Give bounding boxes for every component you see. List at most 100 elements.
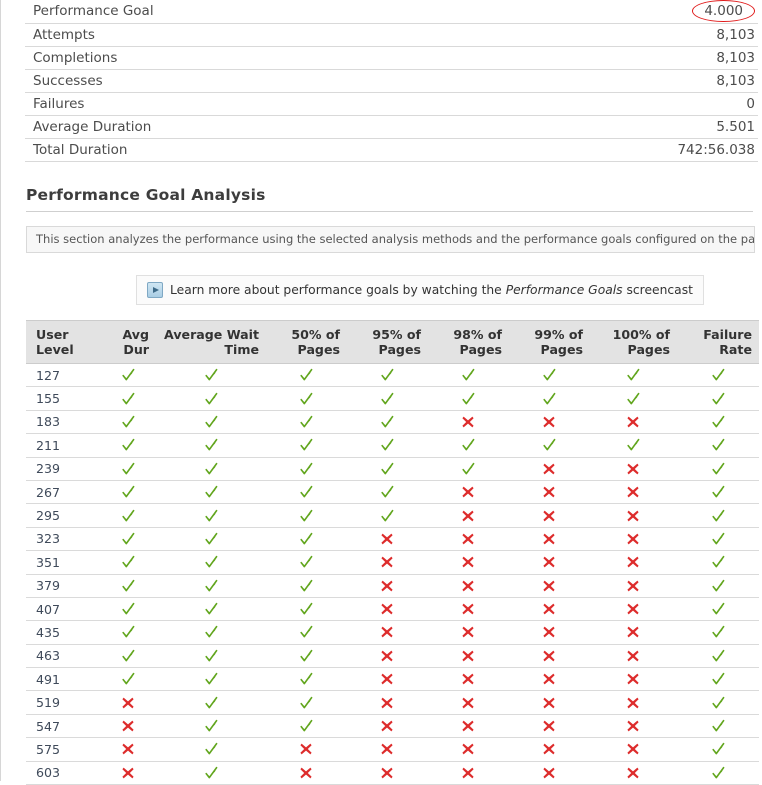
check-icon: [461, 368, 476, 383]
goal-missed-cell: [428, 597, 509, 622]
goal-met-cell: [677, 480, 759, 505]
check-icon: [121, 532, 136, 547]
goal-met-cell: [100, 457, 156, 481]
goal-missed-cell: [347, 667, 428, 692]
cross-icon: [380, 625, 395, 640]
check-icon: [711, 485, 726, 500]
goal-met-cell: [156, 457, 266, 481]
user-level-cell: 295: [26, 503, 100, 528]
cross-icon: [626, 649, 641, 664]
cross-icon: [380, 696, 395, 711]
check-icon: [461, 438, 476, 453]
check-icon: [299, 602, 314, 617]
goal-met-cell: [347, 433, 428, 458]
cross-icon: [542, 696, 557, 711]
check-icon: [626, 392, 641, 407]
goal-missed-cell: [590, 597, 677, 622]
table-row: 519: [26, 690, 759, 715]
analysis-column-header: Avg Dur: [100, 320, 156, 364]
screencast-emphasis: Performance Goals: [505, 283, 623, 297]
summary-row-label: Completions: [25, 46, 470, 70]
table-row: 323: [26, 527, 759, 552]
goal-met-cell: [100, 363, 156, 388]
cross-icon: [542, 579, 557, 594]
cross-icon: [121, 742, 136, 757]
summary-row: Average Duration 5.501: [25, 115, 758, 139]
goal-met-cell: [156, 667, 266, 692]
user-level-cell: 155: [26, 386, 100, 411]
goal-met-cell: [156, 410, 266, 435]
analysis-column-header: 50% of Pages: [266, 320, 347, 364]
summary-row-label: Total Duration: [25, 138, 470, 162]
check-icon: [711, 462, 726, 477]
cross-icon: [542, 742, 557, 757]
check-icon: [626, 438, 641, 453]
goal-missed-cell: [428, 644, 509, 669]
check-icon: [121, 438, 136, 453]
goal-missed-cell: [509, 503, 590, 528]
check-icon: [380, 392, 395, 407]
check-icon: [121, 415, 136, 430]
screencast-text-before: Learn more about performance goals by wa…: [170, 283, 502, 297]
goal-met-cell: [156, 480, 266, 505]
goal-missed-cell: [509, 457, 590, 481]
summary-row-value: 8,103: [469, 23, 758, 47]
check-icon: [711, 368, 726, 383]
goal-missed-cell: [590, 667, 677, 692]
goal-met-cell: [156, 433, 266, 458]
cross-icon: [380, 555, 395, 570]
cross-icon: [299, 742, 314, 757]
goal-missed-cell: [347, 690, 428, 715]
goal-missed-cell: [509, 527, 590, 552]
check-icon: [204, 462, 219, 477]
check-icon: [299, 368, 314, 383]
check-icon: [542, 438, 557, 453]
goal-met-cell: [100, 644, 156, 669]
check-icon: [204, 438, 219, 453]
user-level-cell: 183: [26, 410, 100, 435]
goal-met-cell: [266, 480, 347, 505]
check-icon: [380, 415, 395, 430]
cross-icon: [461, 415, 476, 430]
goal-met-cell: [100, 386, 156, 411]
check-icon: [380, 368, 395, 383]
summary-row: Attempts 8,103: [25, 23, 758, 47]
goal-missed-cell: [266, 737, 347, 762]
cross-icon: [461, 555, 476, 570]
cross-icon: [121, 719, 136, 734]
goal-met-cell: [156, 386, 266, 411]
goal-met-cell: [590, 363, 677, 388]
goal-missed-cell: [590, 690, 677, 715]
goal-met-cell: [677, 644, 759, 669]
cross-icon: [626, 579, 641, 594]
check-icon: [204, 532, 219, 547]
cross-icon: [542, 415, 557, 430]
cross-icon: [380, 672, 395, 687]
cross-icon: [461, 649, 476, 664]
goal-met-cell: [100, 550, 156, 575]
goal-missed-cell: [509, 550, 590, 575]
goal-met-cell: [677, 410, 759, 435]
check-icon: [204, 415, 219, 430]
goal-met-cell: [156, 737, 266, 762]
goal-missed-cell: [509, 761, 590, 785]
check-icon: [711, 672, 726, 687]
summary-row-value: 8,103: [469, 46, 758, 70]
cross-icon: [626, 509, 641, 524]
analysis-column-header: Average Wait Time: [156, 320, 266, 364]
goal-missed-cell: [509, 597, 590, 622]
summary-row-label: Attempts: [25, 23, 470, 47]
check-icon: [121, 368, 136, 383]
goal-met-cell: [266, 457, 347, 481]
check-icon: [204, 649, 219, 664]
screencast-link[interactable]: Learn more about performance goals by wa…: [136, 275, 704, 305]
cross-icon: [461, 509, 476, 524]
goal-missed-cell: [100, 737, 156, 762]
check-icon: [121, 602, 136, 617]
goal-met-cell: [347, 480, 428, 505]
cross-icon: [542, 766, 557, 781]
goal-missed-cell: [428, 503, 509, 528]
table-row: 211: [26, 433, 759, 458]
summary-row: Failures 0: [25, 92, 758, 116]
goal-missed-cell: [428, 550, 509, 575]
